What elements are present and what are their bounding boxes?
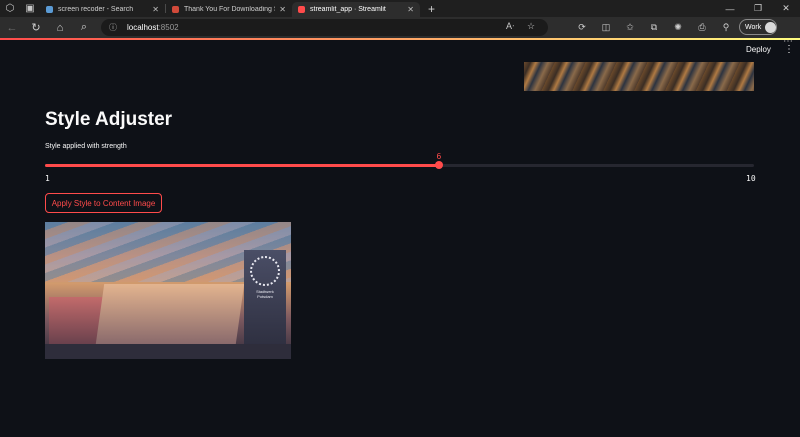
- close-tab-icon[interactable]: ✕: [152, 5, 159, 14]
- collections-icon[interactable]: ⧉: [642, 22, 666, 33]
- image-logo-ring: [250, 256, 280, 286]
- search-favicon-icon: [46, 6, 53, 13]
- workspaces-icon[interactable]: ⬡: [0, 0, 20, 17]
- close-tab-icon[interactable]: ✕: [279, 5, 286, 14]
- screenshot-icon[interactable]: ⎙: [690, 22, 714, 33]
- streamlit-favicon-icon: [298, 6, 305, 13]
- address-bar-row: ← ↻ ⌂ ⌕ ⓘ localhost :8502 Aᐧ ☆ ⟳ ◫ ✩ ⧉ ✺…: [0, 17, 800, 47]
- restore-icon[interactable]: ❐: [744, 3, 772, 14]
- new-tab-icon[interactable]: +: [428, 2, 435, 16]
- strength-slider[interactable]: 6: [45, 152, 754, 169]
- app-menu-icon[interactable]: ⋮: [784, 44, 794, 55]
- url-host: localhost: [127, 23, 159, 32]
- slider-value: 6: [436, 152, 442, 161]
- slider-label: Style applied with strength: [45, 143, 127, 150]
- image-hall: [95, 284, 245, 344]
- browser-tab-strip: ⬡ ▣ screen recoder - Search ✕ Thank You …: [0, 0, 800, 17]
- tab-actions-icon[interactable]: ▣: [20, 0, 40, 17]
- tab-download[interactable]: Thank You For Downloading Scr ✕: [166, 2, 292, 17]
- site-favicon-icon: [172, 6, 179, 13]
- minimize-icon[interactable]: —: [716, 4, 744, 14]
- back-icon[interactable]: ←: [0, 22, 24, 34]
- favorite-star-icon[interactable]: ☆: [527, 21, 535, 32]
- profile-label: Work: [745, 23, 762, 31]
- tab-title: screen recoder - Search: [58, 6, 134, 13]
- page-title: Style Adjuster: [45, 109, 173, 130]
- copilot-icon[interactable]: ✺: [666, 22, 690, 33]
- slider-thumb[interactable]: [434, 161, 443, 169]
- image-sign-text: Stadtwerk Potsdam: [256, 289, 274, 299]
- close-window-icon[interactable]: ✕: [772, 3, 800, 14]
- site-info-icon[interactable]: ⓘ: [109, 22, 117, 33]
- stylized-result-image: Stadtwerk Potsdam: [45, 222, 291, 359]
- url-port: :8502: [158, 23, 179, 32]
- search-icon[interactable]: ⌕: [72, 21, 96, 34]
- home-icon[interactable]: ⌂: [48, 22, 72, 34]
- refresh-icon[interactable]: ↻: [24, 21, 48, 34]
- tab-title: Thank You For Downloading Scr: [184, 6, 276, 13]
- url-field[interactable]: ⓘ localhost :8502 Aᐧ ☆: [101, 19, 548, 36]
- tab-title: streamlit_app · Streamlit: [310, 6, 386, 13]
- close-tab-icon[interactable]: ✕: [407, 5, 414, 14]
- browser-toolbar: ⟳ ◫ ✩ ⧉ ✺ ⎙ ⚲: [570, 17, 738, 38]
- browser-essentials-icon[interactable]: ⟳: [570, 22, 594, 33]
- slider-min-label: 1: [45, 174, 50, 183]
- streamlit-header-decoration: [0, 38, 800, 40]
- tab-search[interactable]: screen recoder - Search ✕: [40, 2, 165, 17]
- extensions-icon[interactable]: ⚲: [714, 22, 738, 33]
- image-ground: [45, 344, 291, 359]
- favorites-icon[interactable]: ✩: [618, 22, 642, 33]
- split-screen-icon[interactable]: ◫: [594, 22, 618, 33]
- slider-max-label: 10: [746, 174, 756, 183]
- deploy-button[interactable]: Deploy: [746, 45, 771, 54]
- avatar: [765, 21, 776, 33]
- slider-fill: [45, 164, 439, 167]
- profile-button[interactable]: Work: [739, 19, 777, 35]
- window-controls: — ❐ ✕: [716, 0, 800, 17]
- style-image: [524, 62, 754, 91]
- apply-style-button[interactable]: Apply Style to Content Image: [45, 193, 162, 213]
- read-aloud-icon[interactable]: Aᐧ: [506, 21, 514, 32]
- tab-streamlit[interactable]: streamlit_app · Streamlit ✕: [292, 2, 420, 17]
